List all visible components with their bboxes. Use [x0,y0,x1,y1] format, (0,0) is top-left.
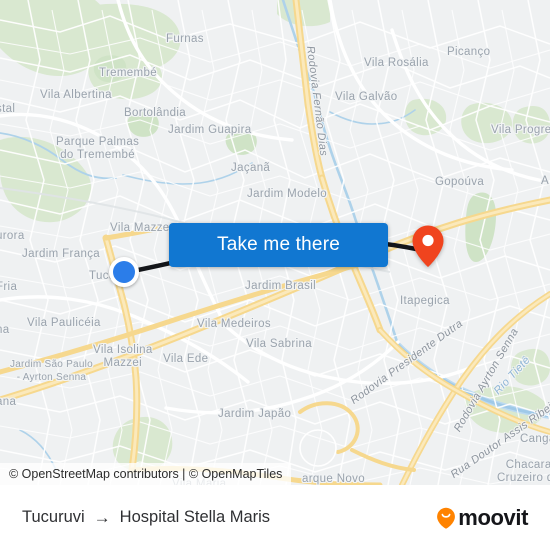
trip-destination-label: Hospital Stella Maris [119,508,271,526]
trip-origin-label: Tucuruvi [22,508,85,526]
map-attribution[interactable]: © OpenStreetMap contributors | © OpenMap… [0,463,292,485]
trip-title: Tucuruvi → Hospital Stella Maris [22,508,270,528]
destination-pin-icon[interactable] [411,224,445,268]
moovit-wordmark: moovit [458,504,528,530]
origin-marker[interactable] [109,257,139,287]
moovit-logo[interactable]: moovit [436,504,528,530]
map-screenshot-root: Furnas Tremembé Vila Albertina Bortolândia J… [0,0,550,550]
arrow-right-icon: → [93,507,111,527]
moovit-pin-icon [437,507,456,529]
footer-bar: Tucuruvi → Hospital Stella Maris moovit [0,485,550,550]
take-me-there-button[interactable]: Take me there [169,223,388,267]
map-canvas[interactable]: Furnas Tremembé Vila Albertina Bortolândia J… [0,0,550,485]
